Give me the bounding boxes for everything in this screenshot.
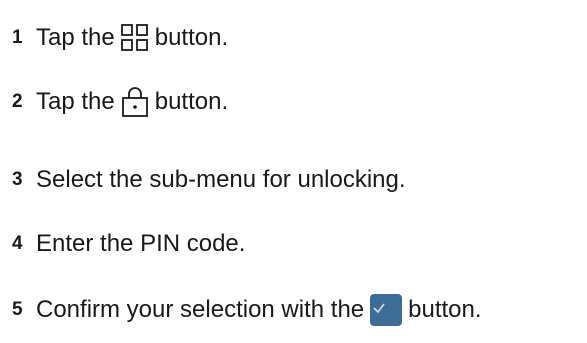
step-text-before: Confirm your selection with the <box>36 296 365 323</box>
step-text: Tap the button. <box>36 84 228 120</box>
instruction-steps: 1 Tap the button. 2 Tap the button. 3 Se… <box>0 0 587 343</box>
step-number: 5 <box>12 299 23 320</box>
step-text-after: button. <box>408 296 482 323</box>
step-2: 2 Tap the button. <box>12 82 228 122</box>
app-grid-icon <box>119 23 151 53</box>
step-3: 3 Select the sub-menu for unlocking. <box>12 160 406 200</box>
step-number: 2 <box>12 91 23 112</box>
checkmark-confirm-icon <box>370 294 403 326</box>
step-1: 1 Tap the button. <box>12 18 228 58</box>
step-text: Tap the button. <box>36 23 228 53</box>
step-text-before: Tap the <box>36 88 115 115</box>
step-text: Confirm your selection with the button. <box>36 294 482 326</box>
step-5: 5 Confirm your selection with the button… <box>12 290 482 330</box>
lock-icon <box>119 84 151 120</box>
step-text: Select the sub-menu for unlocking. <box>36 166 406 193</box>
step-text: Enter the PIN code. <box>36 230 246 257</box>
step-text-after: button. <box>154 88 229 115</box>
step-text-after: button. <box>154 24 229 51</box>
step-number: 3 <box>12 169 23 190</box>
step-number: 4 <box>12 233 23 254</box>
step-text-before: Tap the <box>36 24 115 51</box>
step-number: 1 <box>12 27 23 48</box>
step-4: 4 Enter the PIN code. <box>12 224 245 264</box>
